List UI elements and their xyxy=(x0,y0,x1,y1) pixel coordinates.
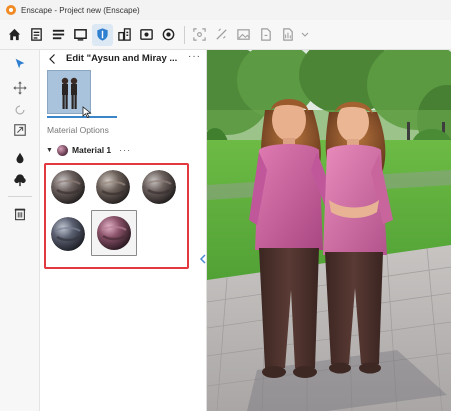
render-viewport[interactable] xyxy=(207,50,451,411)
variant-sphere-icon xyxy=(97,216,131,250)
material-variant-5[interactable] xyxy=(91,210,137,256)
collapse-panel-button[interactable] xyxy=(199,252,207,266)
buildings-button[interactable] xyxy=(114,24,135,46)
title-bar: Enscape - Project new (Enscape) xyxy=(0,0,451,20)
edit-asset-panel: Edit "Aysun and Miray ... ··· Material O… xyxy=(40,50,207,411)
render-icon xyxy=(283,28,293,41)
mouse-cursor-icon xyxy=(82,106,92,118)
asset-library-icon xyxy=(140,29,153,40)
material-variant-2[interactable] xyxy=(96,170,130,204)
material-preview-icon xyxy=(56,144,68,156)
trash-icon xyxy=(14,208,26,221)
panel-more-button[interactable]: ··· xyxy=(188,51,201,62)
material-tool-button[interactable] xyxy=(10,148,30,168)
drop-icon xyxy=(16,152,24,164)
material-1-header[interactable]: ▼ Material 1 ··· xyxy=(46,143,131,157)
home-icon xyxy=(8,28,21,41)
document-icon xyxy=(31,28,42,41)
variant-sphere-icon xyxy=(51,217,85,251)
left-toolbar xyxy=(0,50,40,411)
shield-button[interactable] xyxy=(92,23,113,46)
scale-icon xyxy=(14,124,26,136)
select-arrow-icon xyxy=(15,58,25,69)
select-tool-button[interactable] xyxy=(10,54,30,74)
image-button[interactable] xyxy=(233,24,254,46)
delete-button[interactable] xyxy=(10,204,30,224)
variant-sphere-icon xyxy=(51,170,85,204)
material-variant-1[interactable] xyxy=(51,170,85,204)
image-icon xyxy=(237,29,250,40)
export-icon xyxy=(261,28,271,41)
capture-icon xyxy=(193,28,206,41)
rotate-icon xyxy=(15,105,25,115)
monitor-icon xyxy=(74,29,87,41)
home-button[interactable] xyxy=(4,24,25,46)
material-options-label: Material Options xyxy=(47,125,109,135)
list-icon xyxy=(52,29,65,40)
rotate-tool-button[interactable] xyxy=(10,100,30,120)
vegetation-tool-button[interactable] xyxy=(10,170,30,190)
window-title: Enscape - Project new (Enscape) xyxy=(21,5,140,15)
main-toolbar xyxy=(0,20,451,50)
move-tool-button[interactable] xyxy=(10,78,30,98)
material-variants-grid xyxy=(44,163,189,269)
sun-icon xyxy=(162,28,175,41)
scale-tool-button[interactable] xyxy=(10,120,30,140)
export-button[interactable] xyxy=(255,24,276,46)
chevron-left-icon xyxy=(49,54,55,64)
measure-button[interactable] xyxy=(211,24,232,46)
variant-sphere-icon xyxy=(96,170,130,204)
enscape-logo-icon xyxy=(6,5,16,15)
toolbar-separator xyxy=(184,25,185,44)
sun-button[interactable] xyxy=(158,24,179,46)
buildings-icon xyxy=(118,28,131,41)
render-dropdown[interactable] xyxy=(299,24,311,46)
list-button[interactable] xyxy=(48,24,69,46)
asset-library-button[interactable] xyxy=(136,24,157,46)
panel-header: Edit "Aysun and Miray ... ··· xyxy=(40,50,207,68)
tree-icon xyxy=(14,174,26,187)
capture-button[interactable] xyxy=(189,24,210,46)
measure-icon xyxy=(216,28,227,40)
panel-title: Edit "Aysun and Miray ... xyxy=(66,53,178,64)
move-icon xyxy=(13,81,27,95)
material-variant-4[interactable] xyxy=(51,217,85,251)
back-button[interactable] xyxy=(46,52,60,66)
document-button[interactable] xyxy=(26,24,47,46)
variant-sphere-icon xyxy=(142,170,176,204)
chevron-down-icon xyxy=(301,32,309,37)
shield-icon xyxy=(97,28,108,41)
scene-render xyxy=(207,50,451,411)
render-button[interactable] xyxy=(277,24,298,46)
leftbar-separator xyxy=(8,196,32,197)
material-variant-3[interactable] xyxy=(142,170,176,204)
material-more-button[interactable]: ··· xyxy=(119,145,131,155)
monitor-button[interactable] xyxy=(70,24,91,46)
material-name: Material 1 xyxy=(71,145,112,155)
caret-down-icon: ▼ xyxy=(46,146,53,154)
chevron-left-icon xyxy=(199,254,206,264)
